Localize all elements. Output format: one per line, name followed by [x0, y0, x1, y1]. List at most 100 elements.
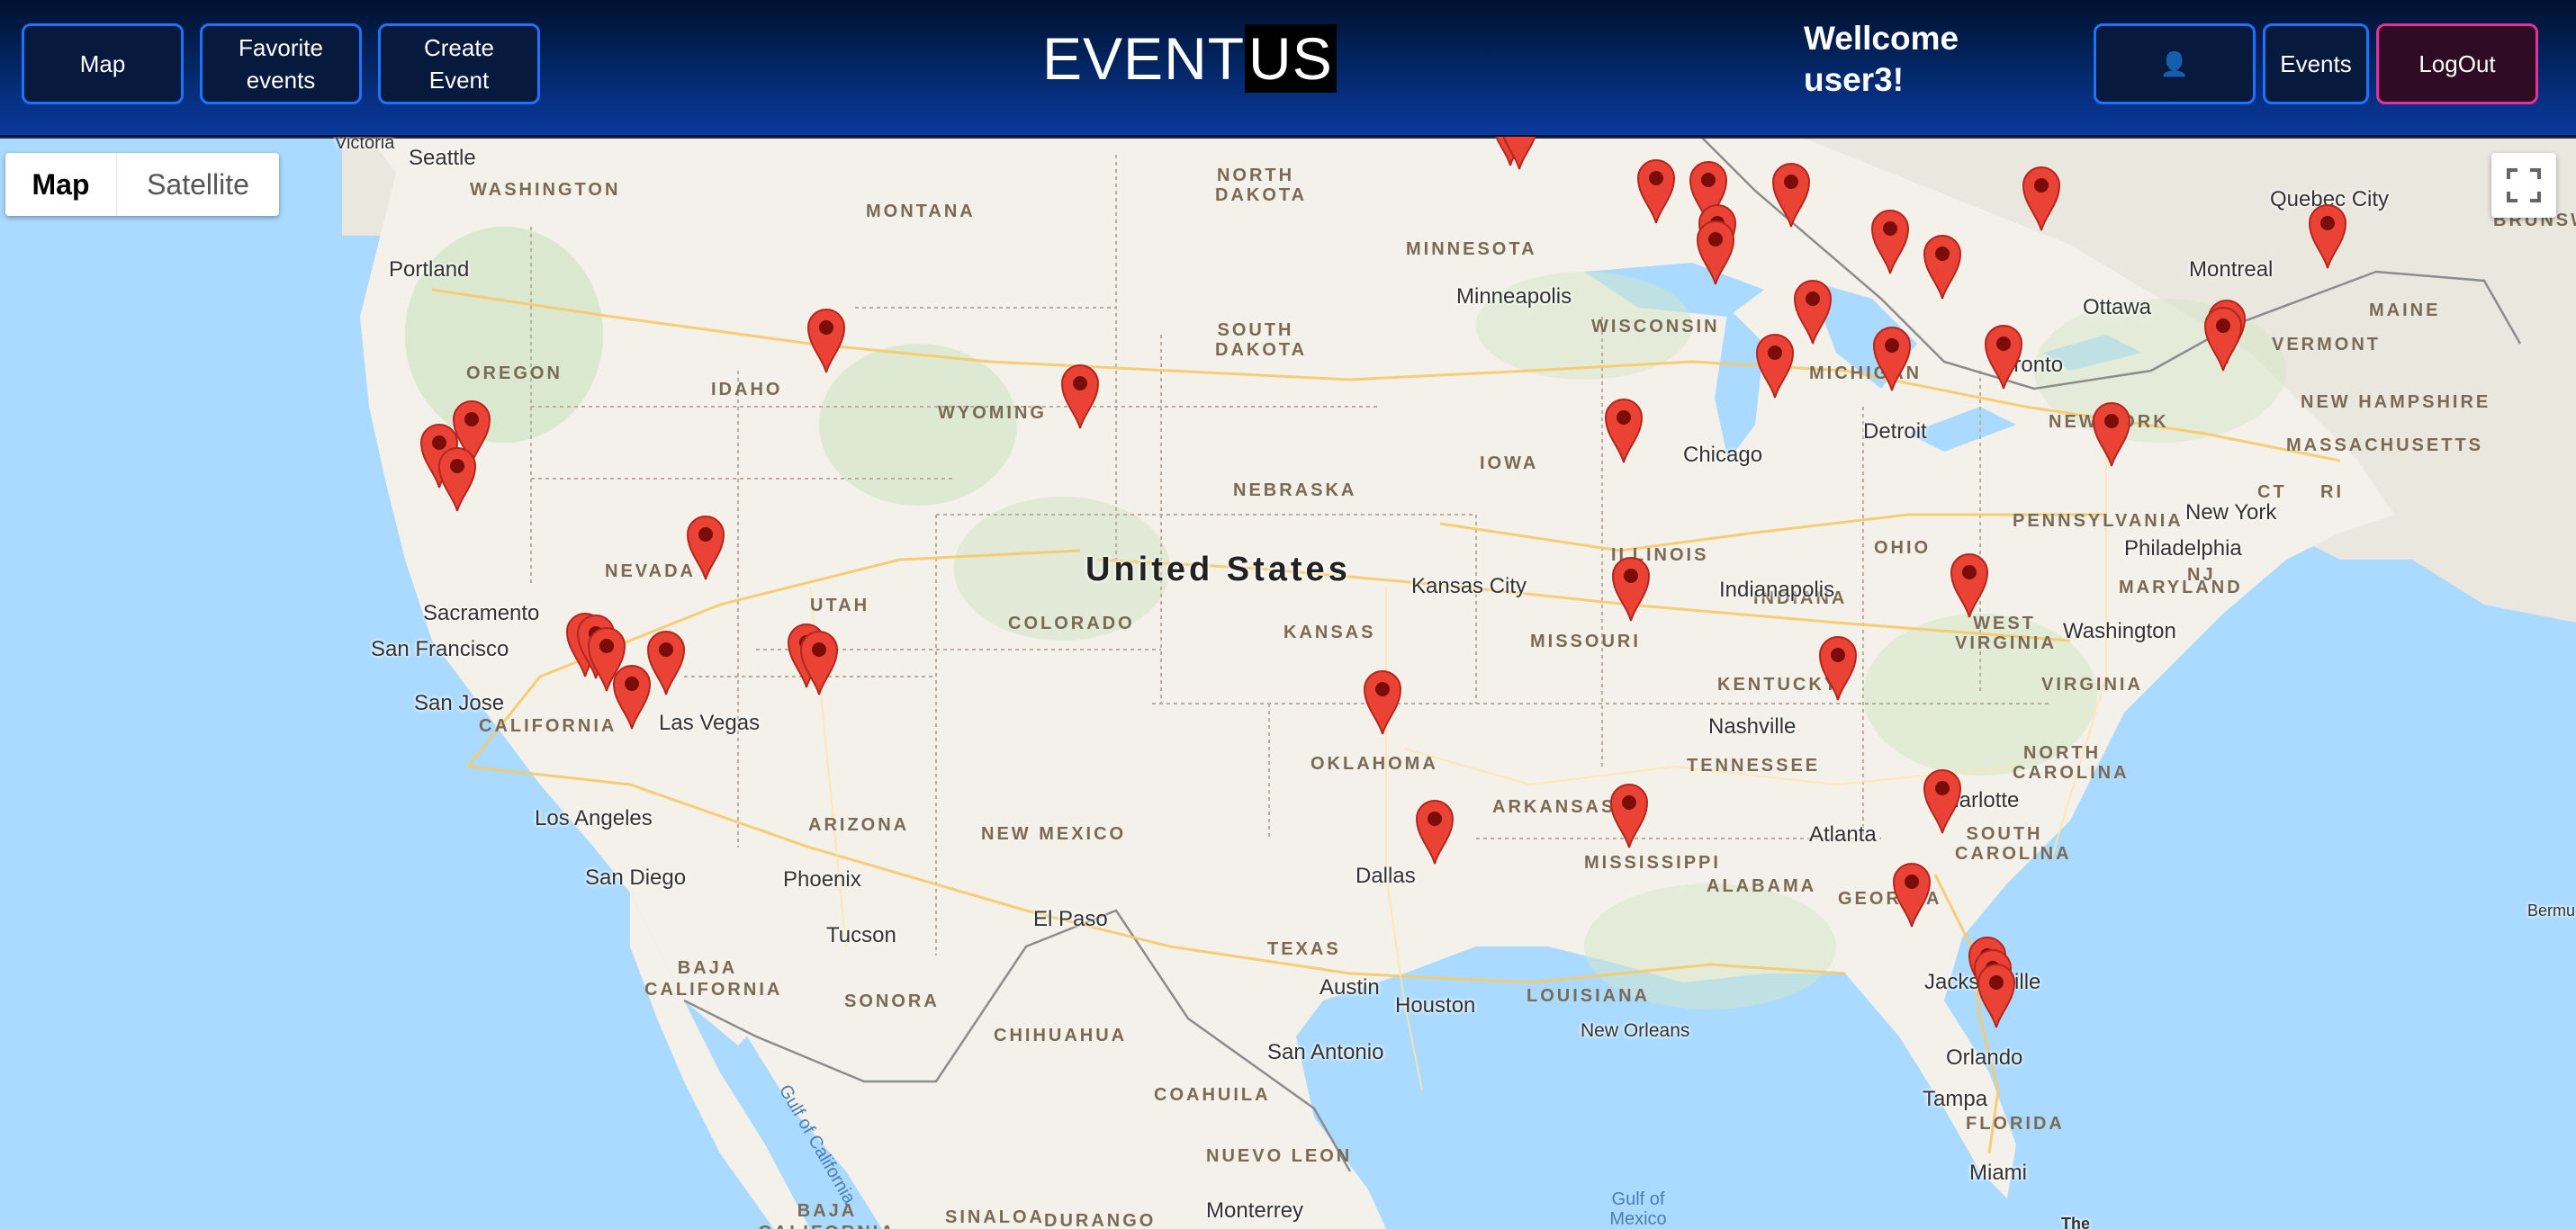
event-marker-pin[interactable] [1361, 666, 1404, 736]
water-label-gulf-of-mexico: Gulf of Mexico [1609, 1189, 1667, 1229]
map-nav-button[interactable]: Map [22, 23, 184, 104]
event-marker-pin[interactable] [1770, 158, 1813, 229]
event-marker-pin[interactable] [1635, 155, 1678, 225]
map-pin-icon [1950, 553, 1989, 618]
city-label-tucson: Tucson [826, 923, 896, 947]
event-marker-pin[interactable] [1608, 779, 1651, 849]
favorite-events-button[interactable]: Favorite events [200, 23, 362, 104]
event-marker-pin[interactable] [1921, 230, 1964, 301]
event-marker-pin[interactable] [1791, 275, 1834, 345]
state-label-west-virginia: WEST VIRGINIA [1955, 614, 2057, 653]
event-marker-pin[interactable] [1948, 549, 1991, 619]
state-label-durango: DURANGO [1044, 1211, 1157, 1229]
city-label-orlando: Orlando [1946, 1045, 2023, 1070]
city-label-ottawa: Ottawa [2083, 295, 2152, 319]
city-label-los-angeles: Los Angeles [535, 806, 653, 830]
state-label-north-carolina: NORTH CAROLINA [2013, 743, 2130, 783]
city-label-washington: Washington [2063, 619, 2176, 643]
event-marker-pin[interactable] [2090, 398, 2133, 468]
country-label-united-states: United States [1085, 551, 1351, 588]
events-button[interactable]: Events [2263, 23, 2369, 104]
state-label-missouri: MISSOURI [1530, 632, 1641, 651]
event-marker-pin[interactable] [1413, 795, 1456, 866]
state-label-california: CALIFORNIA [479, 716, 617, 736]
user-icon: 👤 [2159, 50, 2190, 77]
fullscreen-button[interactable] [2491, 153, 2556, 218]
state-label-idaho: IDAHO [711, 380, 783, 399]
event-marker-pin[interactable] [1694, 216, 1737, 286]
map-pin-icon [799, 631, 839, 695]
map-type-satellite-button[interactable]: Satellite [117, 153, 279, 216]
map-pin-icon [1771, 163, 1811, 228]
map-pin-icon [1696, 220, 1735, 285]
city-label-minneapolis: Minneapolis [1456, 284, 1572, 309]
state-label-colorado: COLORADO [1008, 614, 1135, 633]
state-label-nevada: NEVADA [605, 561, 696, 581]
map-pin-icon [1502, 137, 1536, 170]
event-marker-pin[interactable] [610, 660, 653, 731]
brand-logo[interactable]: EVENT US [1042, 24, 1337, 93]
event-marker-pin[interactable] [1602, 394, 1645, 464]
logout-button[interactable]: LogOut [2376, 23, 2538, 104]
map-pin-icon [1609, 784, 1649, 848]
event-marker-pin[interactable] [2202, 302, 2245, 372]
map-pin-icon [806, 309, 846, 373]
map-pin-icon [1604, 399, 1644, 463]
state-label-ri: RI [2320, 482, 2344, 502]
state-label-texas: TEXAS [1267, 939, 1341, 959]
state-label-chihuahua: CHIHUAHUA [994, 1026, 1128, 1045]
state-label-coahuila: COAHUILA [1154, 1085, 1271, 1105]
city-label-the: The [2061, 1215, 2091, 1229]
event-marker-pin[interactable] [797, 626, 841, 696]
event-marker-pin[interactable] [1921, 765, 1964, 835]
welcome-message: Wellcome user3! [1804, 20, 1959, 98]
event-marker-pin[interactable] [1816, 632, 1860, 702]
map-canvas[interactable]: WASHINGTON MONTANA NORTH DAKOTA MINNESOT… [0, 137, 2576, 1229]
profile-button[interactable]: 👤 [2094, 23, 2256, 104]
state-label-north-dakota: NORTH DAKOTA [1215, 166, 1308, 205]
state-label-louisiana: LOUISIANA [1527, 986, 1650, 1006]
brand-right-text: US [1245, 24, 1337, 93]
event-marker-pin[interactable] [1869, 205, 1912, 275]
event-marker-pin[interactable] [2306, 200, 2349, 270]
city-label-el-paso: El Paso [1033, 907, 1108, 931]
city-label-san-antonio: San Antonio [1267, 1040, 1384, 1064]
map-pin-icon [1872, 327, 1912, 391]
map-type-map-button[interactable]: Map [5, 153, 117, 216]
event-marker-pin[interactable] [684, 511, 727, 581]
map-pin-icon [1636, 159, 1676, 224]
state-label-nuevo-leon: NUEVO LEON [1206, 1146, 1353, 1166]
event-marker-pin[interactable] [1975, 959, 2018, 1029]
state-label-south-carolina: SOUTH CAROLINA [1955, 824, 2072, 864]
state-label-sinaloa: SINALOA [945, 1207, 1045, 1227]
create-event-button[interactable]: Create Event [378, 23, 540, 104]
state-label-florida: FLORIDA [1966, 1114, 2065, 1134]
city-label-phoenix: Phoenix [783, 867, 861, 892]
state-label-minnesota: MINNESOTA [1406, 239, 1537, 259]
event-marker-pin[interactable] [805, 304, 848, 374]
event-marker-pin[interactable] [1753, 329, 1797, 399]
event-marker-pin[interactable] [1982, 320, 2025, 390]
map-pin-icon [2203, 307, 2243, 372]
state-label-oklahoma: OKLAHOMA [1311, 754, 1438, 774]
city-label-indianapolis: Indianapolis [1719, 578, 1835, 602]
event-marker-pin[interactable] [436, 443, 479, 513]
city-label-dallas: Dallas [1356, 864, 1416, 888]
event-marker-pin[interactable] [1609, 552, 1653, 623]
event-marker-pin[interactable] [1498, 137, 1541, 171]
state-label-alabama: ALABAMA [1707, 876, 1817, 896]
event-marker-pin[interactable] [1870, 322, 1914, 392]
city-label-new-orleans: New Orleans [1581, 1020, 1690, 1041]
event-marker-pin[interactable] [1058, 360, 1102, 430]
map-pin-icon [1818, 636, 1858, 701]
map-pin-icon [1977, 964, 2016, 1028]
city-label-san-jose: San Jose [414, 691, 505, 715]
city-label-las-vegas: Las Vegas [659, 711, 761, 735]
fullscreen-icon [2507, 168, 2541, 202]
map-pin-icon [1415, 800, 1455, 865]
event-marker-pin[interactable] [1890, 858, 1933, 928]
map-pin-icon [1923, 769, 1962, 834]
map-pin-icon [1984, 325, 2023, 390]
event-marker-pin[interactable] [2020, 162, 2063, 232]
city-label-montreal: Montreal [2189, 257, 2274, 282]
